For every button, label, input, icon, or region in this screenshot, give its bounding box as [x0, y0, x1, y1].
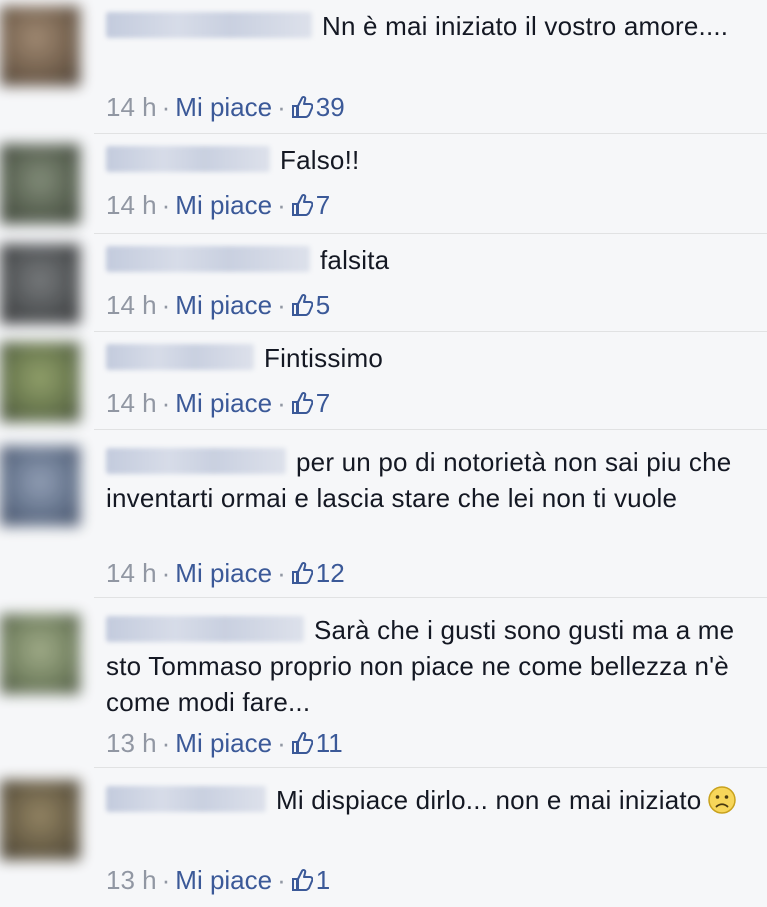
comment-meta: 14 h · Mi piace · 39: [106, 91, 345, 123]
like-button[interactable]: Mi piace: [175, 728, 272, 758]
comment-item: falsita 14 h · Mi piace · 5: [0, 234, 767, 332]
timestamp[interactable]: 14 h: [106, 558, 157, 588]
comment-body: Nn è mai iniziato il vostro amore....: [106, 8, 753, 44]
comment-body: falsita: [106, 242, 753, 278]
author-name[interactable]: [106, 616, 304, 642]
author-name[interactable]: [106, 12, 312, 38]
avatar[interactable]: [0, 244, 80, 324]
comment-item: Nn è mai iniziato il vostro amore.... 14…: [0, 0, 767, 134]
comment-item: per un po di notorietà non sai piu che i…: [0, 430, 767, 598]
timestamp[interactable]: 14 h: [106, 190, 157, 220]
thumb-up-icon: [291, 731, 313, 754]
thumb-up-icon: [291, 561, 313, 584]
comment-body: Fintissimo: [106, 340, 753, 376]
author-name[interactable]: [106, 786, 266, 812]
like-button[interactable]: Mi piace: [175, 388, 272, 418]
avatar[interactable]: [0, 446, 80, 526]
sad-face-icon: [708, 786, 737, 814]
timestamp[interactable]: 13 h: [106, 865, 157, 895]
like-count[interactable]: 39: [291, 92, 345, 122]
separator: ·: [161, 92, 171, 122]
separator: ·: [161, 290, 171, 320]
like-button[interactable]: Mi piace: [175, 290, 272, 320]
avatar[interactable]: [0, 614, 80, 694]
comment-body: Sarà che i gusti sono gusti ma a me sto …: [106, 612, 753, 720]
like-count-value: 1: [315, 865, 331, 895]
like-count[interactable]: 1: [291, 865, 330, 895]
avatar[interactable]: [0, 780, 80, 860]
like-count-value: 12: [315, 558, 345, 588]
comment-item: Sarà che i gusti sono gusti ma a me sto …: [0, 598, 767, 768]
like-count[interactable]: 11: [291, 728, 343, 758]
comment-text: Nn è mai iniziato il vostro amore....: [322, 11, 729, 41]
separator: ·: [161, 190, 171, 220]
comment-meta: 14 h · Mi piace · 12: [106, 557, 345, 589]
separator: ·: [277, 388, 286, 418]
comment-item: Fintissimo 14 h · Mi piace · 7: [0, 332, 767, 430]
avatar[interactable]: [0, 144, 80, 224]
comment-text: Fintissimo: [264, 343, 384, 373]
like-button[interactable]: Mi piace: [175, 558, 272, 588]
comment-body: Falso!!: [106, 142, 753, 178]
separator: ·: [277, 190, 286, 220]
comment-meta: 14 h · Mi piace · 7: [106, 189, 330, 221]
timestamp[interactable]: 14 h: [106, 92, 157, 122]
thumb-up-icon: [291, 293, 313, 316]
separator: ·: [277, 92, 286, 122]
comment-meta: 14 h · Mi piace · 7: [106, 387, 330, 419]
author-name[interactable]: [106, 146, 270, 172]
avatar[interactable]: [0, 342, 80, 422]
like-count-value: 7: [315, 190, 331, 220]
like-button[interactable]: Mi piace: [175, 865, 272, 895]
comment-item: Falso!! 14 h · Mi piace · 7: [0, 134, 767, 234]
author-name[interactable]: [106, 448, 286, 474]
separator: ·: [277, 728, 286, 758]
comment-item: Mi dispiace dirlo... non e mai iniziato …: [0, 768, 767, 907]
like-count-value: 39: [315, 92, 345, 122]
author-name[interactable]: [106, 344, 254, 370]
separator: ·: [161, 388, 171, 418]
like-count[interactable]: 12: [291, 558, 345, 588]
author-name[interactable]: [106, 246, 310, 272]
comment-meta: 13 h · Mi piace · 11: [106, 727, 343, 759]
separator: ·: [161, 728, 171, 758]
like-count[interactable]: 7: [291, 388, 330, 418]
thumb-up-icon: [291, 391, 313, 414]
thumb-up-icon: [291, 868, 313, 891]
comment-meta: 14 h · Mi piace · 5: [106, 289, 330, 321]
like-count-value: 7: [315, 388, 331, 418]
timestamp[interactable]: 14 h: [106, 290, 157, 320]
like-count[interactable]: 5: [291, 290, 330, 320]
like-button[interactable]: Mi piace: [175, 92, 272, 122]
like-button[interactable]: Mi piace: [175, 190, 272, 220]
thumb-up-icon: [291, 95, 313, 118]
comment-text: Falso!!: [280, 145, 360, 175]
like-count-value: 5: [315, 290, 331, 320]
separator: ·: [161, 865, 171, 895]
thumb-up-icon: [291, 193, 313, 216]
comment-meta: 13 h · Mi piace · 1: [106, 864, 330, 896]
like-count-value: 11: [315, 728, 343, 758]
separator: ·: [161, 558, 171, 588]
separator: ·: [277, 558, 286, 588]
comment-text: Mi dispiace dirlo... non e mai iniziato: [276, 785, 702, 815]
comment-text: falsita: [320, 245, 390, 275]
comment-body: Mi dispiace dirlo... non e mai iniziato: [106, 782, 753, 818]
comment-list: Nn è mai iniziato il vostro amore.... 14…: [0, 0, 767, 907]
comment-body: per un po di notorietà non sai piu che i…: [106, 444, 753, 516]
timestamp[interactable]: 14 h: [106, 388, 157, 418]
avatar[interactable]: [0, 6, 80, 86]
timestamp[interactable]: 13 h: [106, 728, 157, 758]
separator: ·: [277, 865, 286, 895]
separator: ·: [277, 290, 286, 320]
like-count[interactable]: 7: [291, 190, 330, 220]
